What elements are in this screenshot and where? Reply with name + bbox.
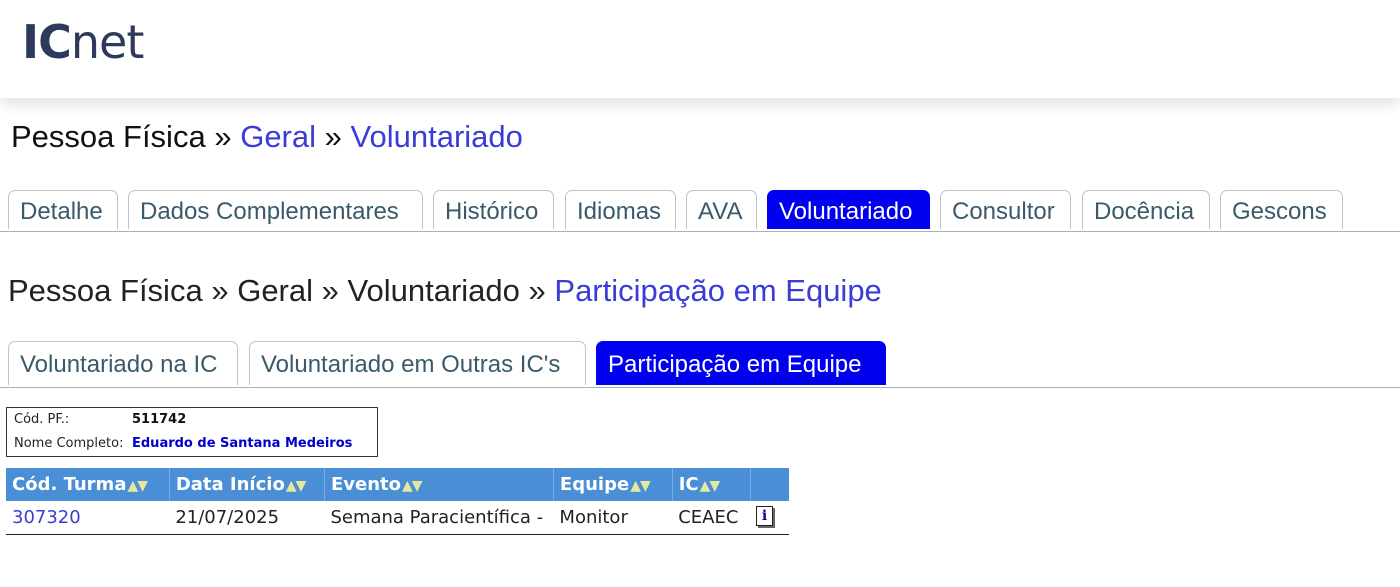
breadcrumb-voluntariado-link[interactable]: Voluntariado	[351, 119, 523, 154]
table-row: 307320 21/07/2025 Semana Paracientífica …	[6, 501, 789, 535]
tab-voluntariado-na-ic[interactable]: Voluntariado na IC	[8, 341, 238, 385]
cell-equipe: Monitor	[553, 501, 673, 535]
header-label: Evento	[330, 474, 401, 495]
cod-pf-value: 511742	[132, 412, 187, 427]
table-header-row: Cód. Turma▲▼ Data Início▲▼ Evento▲▼ Equi…	[6, 468, 789, 501]
sub-tab-bar: Voluntariado na IC Voluntariado em Outra…	[0, 340, 1400, 388]
header-label: IC	[678, 474, 699, 495]
nome-completo-value: Eduardo de Santana Medeiros	[132, 436, 353, 451]
header-label: Cód. Turma	[12, 474, 127, 495]
column-header-actions	[750, 468, 789, 501]
tab-dados-complementares[interactable]: Dados Complementares	[128, 190, 423, 229]
cell-cod-turma-link[interactable]: 307320	[6, 501, 170, 535]
cod-pf-row: Cód. PF.: 511742	[14, 412, 186, 427]
breadcrumb-sub: Pessoa Física » Geral » Voluntariado » P…	[8, 270, 882, 312]
column-header-cod-turma[interactable]: Cód. Turma▲▼	[6, 468, 170, 501]
info-icon[interactable]: i	[756, 505, 774, 526]
cell-actions: i	[750, 501, 789, 535]
breadcrumb-separator: »	[214, 119, 232, 154]
breadcrumb-pessoa-fisica: Pessoa Física	[8, 273, 203, 308]
cod-pf-label: Cód. PF.:	[14, 412, 70, 427]
breadcrumb-voluntariado: Voluntariado	[347, 273, 520, 308]
column-header-evento[interactable]: Evento▲▼	[324, 468, 554, 501]
nome-completo-row: Nome Completo: Eduardo de Santana Medeir…	[14, 436, 352, 451]
header-label: Data Início	[175, 474, 285, 495]
sort-icon[interactable]: ▲▼	[630, 478, 651, 494]
tab-voluntariado[interactable]: Voluntariado	[767, 190, 930, 229]
breadcrumb-separator: »	[528, 273, 546, 308]
app-header: ICnet	[0, 0, 1400, 98]
breadcrumb-geral: Geral	[237, 273, 314, 308]
column-header-ic[interactable]: IC▲▼	[672, 468, 751, 501]
breadcrumb-separator: »	[321, 273, 339, 308]
sort-icon[interactable]: ▲▼	[700, 478, 721, 494]
logo-ic: IC	[22, 15, 72, 69]
cell-evento: Semana Paracientífica -	[324, 501, 554, 535]
participacao-table: Cód. Turma▲▼ Data Início▲▼ Evento▲▼ Equi…	[6, 468, 789, 535]
header-label: Equipe	[559, 474, 630, 495]
tab-gescons[interactable]: Gescons	[1220, 190, 1343, 229]
breadcrumb-participacao-link[interactable]: Participação em Equipe	[554, 273, 881, 308]
cell-data-inicio: 21/07/2025	[169, 501, 325, 535]
tab-voluntariado-outras-ics[interactable]: Voluntariado em Outras IC's	[249, 341, 586, 385]
tab-consultor[interactable]: Consultor	[940, 190, 1071, 229]
person-info-box: Cód. PF.: 511742 Nome Completo: Eduardo …	[6, 407, 378, 457]
breadcrumb-pessoa-fisica: Pessoa Física	[11, 119, 206, 154]
column-header-data-inicio[interactable]: Data Início▲▼	[169, 468, 325, 501]
sort-icon[interactable]: ▲▼	[286, 478, 307, 494]
tab-ava[interactable]: AVA	[686, 190, 757, 229]
tab-idiomas[interactable]: Idiomas	[565, 190, 676, 229]
sort-icon[interactable]: ▲▼	[127, 478, 148, 494]
tab-participacao-em-equipe[interactable]: Participação em Equipe	[596, 341, 886, 385]
breadcrumb-geral-link[interactable]: Geral	[240, 119, 316, 154]
tab-docencia[interactable]: Docência	[1082, 190, 1210, 229]
column-header-equipe[interactable]: Equipe▲▼	[553, 468, 673, 501]
tab-detalhe[interactable]: Detalhe	[8, 190, 118, 229]
tab-historico[interactable]: Histórico	[433, 190, 554, 229]
logo-net: net	[70, 15, 144, 69]
breadcrumb-separator: »	[211, 273, 229, 308]
icnet-logo[interactable]: ICnet	[22, 14, 144, 70]
nome-completo-label: Nome Completo:	[14, 436, 124, 451]
cell-ic: CEAEC	[672, 501, 751, 535]
breadcrumb-top: Pessoa Física » Geral » Voluntariado	[11, 116, 523, 158]
breadcrumb-separator: »	[324, 119, 342, 154]
sort-icon[interactable]: ▲▼	[402, 478, 423, 494]
main-tab-bar: Detalhe Dados Complementares Histórico I…	[0, 189, 1400, 232]
